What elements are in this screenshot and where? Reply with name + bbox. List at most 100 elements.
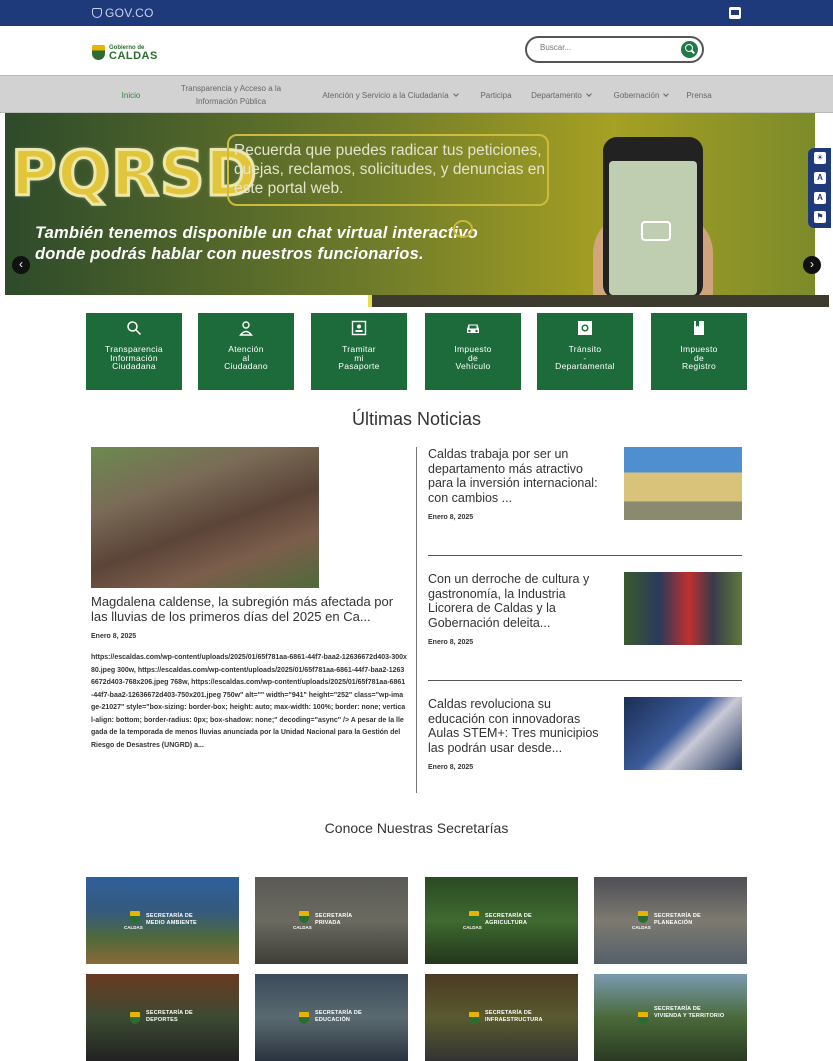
secretaria-card[interactable]: CALDAS SECRETARÍA DE MEDIO AMBIENTE <box>86 877 239 964</box>
tile-label: Tránsito - Departamental <box>555 344 615 371</box>
chevron-down-icon <box>586 90 592 97</box>
search-icon <box>127 321 142 336</box>
user-icon <box>239 321 253 336</box>
nav-item-label: Inicio <box>121 90 141 100</box>
secretaria-card[interactable]: SECRETARÍA DE INFRAESTRUCTURA <box>425 974 578 1061</box>
phone-image <box>603 137 703 295</box>
increase-font-icon[interactable]: A <box>814 192 826 204</box>
nav-item-participa[interactable]: Participa <box>474 76 518 114</box>
news-item-date: Enero 8, 2025 <box>428 638 474 646</box>
tile-label: Transparencia Información Ciudadana <box>105 344 163 371</box>
news-item-title[interactable]: Caldas trabaja por ser un departamento m… <box>428 447 611 506</box>
secretaria-card[interactable]: CALDAS SECRETARÍA DE PLANEACIÓN <box>594 877 747 964</box>
nav-item-label: Prensa <box>686 90 712 100</box>
tile-transito[interactable]: Tránsito - Departamental <box>537 313 633 390</box>
secretaria-card[interactable]: CALDAS SECRETARÍA DE AGRICULTURA <box>425 877 578 964</box>
news-item-image[interactable] <box>624 572 742 645</box>
secretaria-label: SECRETARÍA DE DEPORTES <box>146 1010 193 1023</box>
secretaria-label: SECRETARÍA PRIVADA <box>315 913 353 926</box>
caldas-crest-icon <box>638 1012 648 1024</box>
tile-label: Tramitar mi Pasaporte <box>338 344 380 371</box>
decrease-font-icon[interactable]: A <box>814 172 826 184</box>
nav-item-label: Atención y Servicio a la Ciudadanía <box>322 90 449 100</box>
id-card-icon <box>351 320 367 336</box>
nav-item-atencion[interactable]: Atención y Servicio a la Ciudadanía <box>314 76 466 114</box>
nav-item-gobernacion[interactable]: Gobernación <box>606 76 676 114</box>
tile-label: Atención al Ciudadano <box>224 344 268 371</box>
news-section-title: Últimas Noticias <box>351 409 482 429</box>
secretaria-card[interactable]: CALDAS SECRETARÍA PRIVADA <box>255 877 408 964</box>
caldas-crest-icon <box>92 44 105 60</box>
news-item-title[interactable]: Caldas revoluciona su educación con inno… <box>428 697 611 756</box>
nav-item-inicio[interactable]: Inicio <box>112 76 150 114</box>
caldas-crest-icon <box>130 1012 140 1024</box>
nav-item-label: Gobernación <box>613 90 660 100</box>
news-item-image[interactable] <box>624 447 742 520</box>
search-button[interactable] <box>681 41 698 58</box>
secretaria-card[interactable]: SECRETARÍA DE VIVIENDA Y TERRITORIO <box>594 974 747 1061</box>
card-badge-text: CALDAS <box>463 925 482 930</box>
tile-label: Impuesto de Vehículo <box>454 344 492 371</box>
bookmark-icon <box>694 321 704 335</box>
secretaria-label: SECRETARÍA DE AGRICULTURA <box>485 913 532 926</box>
next-slide-strip <box>368 295 829 307</box>
news-item-date: Enero 8, 2025 <box>428 513 474 521</box>
card-badge-text: CALDAS <box>124 925 143 930</box>
phone-chat-icon <box>641 221 671 241</box>
card-badge-text: CALDAS <box>632 925 651 930</box>
caldas-crest-icon <box>299 911 309 923</box>
secretaria-label: SECRETARÍA DE MEDIO AMBIENTE <box>146 913 197 926</box>
featured-news: Magdalena caldense, la subregión más afe… <box>91 447 407 752</box>
nav-item-departamento[interactable]: Departamento <box>524 76 598 114</box>
card-badge-text: CALDAS <box>293 925 312 930</box>
main-nav: Inicio Transparencia y Acceso a la Infor… <box>0 75 833 113</box>
gov-shield-icon <box>92 8 102 18</box>
tile-vehiculo[interactable]: Impuesto de Vehículo <box>425 313 521 390</box>
carousel-next-button[interactable]: › <box>803 256 821 274</box>
accessibility-icon[interactable] <box>729 7 741 19</box>
chat-bubble-icon <box>453 220 473 238</box>
news-item-title[interactable]: Con un derroche de cultura y gastronomía… <box>428 572 611 631</box>
news-divider <box>416 447 417 793</box>
secretaria-card[interactable]: SECRETARÍA DE DEPORTES <box>86 974 239 1061</box>
camera-icon <box>578 321 592 335</box>
featured-news-title[interactable]: Magdalena caldense, la subregión más afe… <box>91 594 407 624</box>
hero-banner[interactable]: PQRSD Recuerda que puedes radicar tus pe… <box>5 113 815 295</box>
site-header: Gobierno de CALDAS <box>0 26 833 75</box>
gov-co-label: GOV.CO <box>105 6 154 20</box>
news-item-image[interactable] <box>624 697 742 770</box>
logo-big-text: CALDAS <box>109 50 158 62</box>
search-input[interactable] <box>540 43 680 52</box>
tile-pasaporte[interactable]: Tramitar mi Pasaporte <box>311 313 407 390</box>
featured-news-image[interactable] <box>91 447 319 588</box>
caldas-logo[interactable]: Gobierno de CALDAS <box>92 43 158 62</box>
accessibility-center-icon[interactable]: ⚑ <box>814 211 826 223</box>
secretaria-label: SECRETARÍA DE VIVIENDA Y TERRITORIO <box>654 1006 725 1019</box>
nav-item-label: Transparencia y Acceso a la Información … <box>180 84 282 106</box>
chevron-down-icon <box>452 90 459 97</box>
search-box <box>525 36 704 63</box>
tile-registro[interactable]: Impuesto de Registro <box>651 313 747 390</box>
news-item-date: Enero 8, 2025 <box>428 763 474 771</box>
tile-atencion[interactable]: Atención al Ciudadano <box>198 313 294 390</box>
news-separator <box>428 555 742 556</box>
accessibility-toolbar: ☀ A A ⚑ <box>808 148 831 228</box>
tile-transparencia[interactable]: Transparencia Información Ciudadana <box>86 313 182 390</box>
phone-screen <box>609 161 697 295</box>
secretaria-label: SECRETARÍA DE PLANEACIÓN <box>654 913 701 926</box>
banner-box-text: Recuerda que puedes radicar tus peticion… <box>234 142 546 197</box>
secretaria-card[interactable]: SECRETARÍA DE EDUCACIÓN <box>255 974 408 1061</box>
nav-item-prensa[interactable]: Prensa <box>682 76 716 114</box>
caldas-crest-icon <box>638 911 648 923</box>
gov-co-link[interactable]: GOV.CO <box>92 6 154 20</box>
chevron-down-icon <box>663 90 670 97</box>
nav-item-transparencia[interactable]: Transparencia y Acceso a la Información … <box>168 76 294 114</box>
caldas-crest-icon <box>299 1012 309 1024</box>
nav-item-label: Participa <box>480 90 512 100</box>
caldas-crest-icon <box>469 911 479 923</box>
secretaria-label: SECRETARÍA DE EDUCACIÓN <box>315 1010 362 1023</box>
tile-label: Impuesto de Registro <box>680 344 718 371</box>
contrast-icon[interactable]: ☀ <box>814 152 826 164</box>
carousel-prev-button[interactable]: ‹ <box>12 256 30 274</box>
caldas-crest-icon <box>469 1012 479 1024</box>
